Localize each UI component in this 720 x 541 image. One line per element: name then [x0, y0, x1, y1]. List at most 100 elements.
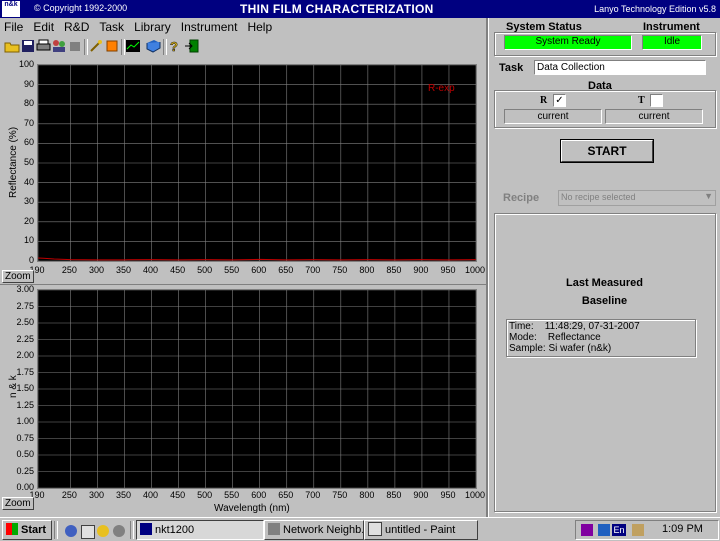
measurement-sample: Sample: Si wafer (n&k): [509, 343, 612, 354]
reflectance-y-tick-label: 10: [23, 235, 34, 246]
task-field[interactable]: Data Collection: [534, 60, 706, 75]
t-checkbox[interactable]: [650, 94, 663, 107]
reflectance-x-tick-label: 650: [278, 265, 294, 275]
nk-y-tick-label: 1.00: [16, 416, 34, 426]
people-icon[interactable]: [51, 39, 67, 54]
menu-task[interactable]: Task: [94, 18, 129, 35]
chart-icon[interactable]: [125, 39, 141, 54]
t-data-field: current: [605, 109, 703, 124]
orange-box-icon[interactable]: [104, 39, 120, 54]
nk-y-tick-label: 0.75: [16, 432, 34, 443]
system-status-indicator: System Ready: [504, 35, 632, 50]
extra-icon[interactable]: [67, 39, 83, 54]
svg-text:?: ?: [170, 39, 178, 53]
reflectance-y-tick-label: 70: [23, 117, 34, 128]
nk-x-tick-label: 250: [61, 490, 77, 500]
nk-y-tick-label: 0.50: [16, 449, 34, 459]
nk-y-tick-label: 3.00: [16, 284, 34, 294]
reflectance-x-tick-label: 950: [440, 265, 456, 275]
control-panel: System Status Instrument System Ready Id…: [489, 18, 720, 517]
nk-x-tick-label: 700: [305, 490, 321, 500]
ie-icon[interactable]: [65, 525, 77, 537]
reflectance-chart[interactable]: R-exp: [37, 64, 477, 262]
wavelength-axis-label: Wavelength (nm): [214, 503, 290, 514]
nk-y-tick-label: 2.00: [16, 350, 34, 360]
outlook-icon[interactable]: [81, 525, 95, 539]
nk-x-tick-label: 800: [359, 490, 375, 500]
taskbar-paint[interactable]: untitled - Paint: [364, 520, 478, 540]
r-checkbox[interactable]: ✓: [553, 94, 566, 107]
open-folder-icon[interactable]: [4, 39, 20, 54]
nk-plot-pane: n & k 3.00 2.75 2.50 2.25 2.00 1.75 1.50 1.25 1.…: [0, 284, 486, 518]
zoom-button-bottom[interactable]: Zoom: [2, 497, 34, 510]
taskbar: Start nkt1200 Network Neighb... untitled…: [0, 517, 720, 541]
reflectance-x-tick-label: 550: [224, 265, 240, 275]
print-icon[interactable]: [35, 39, 51, 54]
save-disk-icon[interactable]: [20, 39, 36, 54]
recipe-dropdown[interactable]: No recipe selected ▼: [558, 190, 716, 206]
reflectance-y-tick-label: 0: [28, 255, 34, 265]
last-measured-title: Last Measured: [565, 277, 644, 289]
measurement-mode: Mode: Reflectance: [509, 332, 601, 343]
chevron-down-icon: ▼: [704, 191, 713, 201]
reflectance-x-tick-label: 350: [116, 265, 132, 275]
start-button[interactable]: START: [560, 139, 654, 163]
menu-library[interactable]: Library: [129, 18, 176, 35]
measurement-time: Time: 11:48:29, 07-31-2007: [509, 321, 640, 332]
reflectance-series-r-exp: [37, 257, 477, 261]
menu-edit[interactable]: Edit: [28, 18, 59, 35]
nk-y-tick-label: 1.25: [16, 399, 34, 410]
exit-door-icon[interactable]: [184, 39, 200, 54]
start-button-label: START: [561, 140, 653, 162]
reflectance-x-tick-label: 450: [170, 265, 186, 275]
channels-icon[interactable]: [113, 525, 125, 537]
nk-x-tick-label: 600: [251, 490, 267, 500]
edition-text: Lanyo Technology Edition v5.8: [594, 4, 716, 14]
reflectance-y-tick-label: 50: [23, 157, 34, 167]
zoom-button-top[interactable]: Zoom: [2, 270, 34, 283]
app-title: THIN FILM CHARACTERIZATION: [240, 2, 434, 16]
nk-y-tick-label: 0.25: [16, 465, 34, 476]
book-icon[interactable]: [145, 39, 161, 54]
wand-icon[interactable]: [88, 39, 104, 54]
app-logo: n&k: [2, 1, 20, 17]
start-menu-button[interactable]: Start: [2, 520, 52, 540]
task-label: Task: [499, 62, 524, 74]
instrument-status-indicator: Idle: [642, 35, 702, 50]
title-bar: n&k © Copyright 1992-2000 THIN FILM CHAR…: [0, 0, 720, 18]
language-indicator[interactable]: En: [612, 524, 626, 536]
nk-y-tick-label: 1.50: [16, 383, 34, 393]
taskbar-nkt1200[interactable]: nkt1200: [136, 520, 264, 540]
shield-icon[interactable]: [581, 524, 593, 536]
taskbar-network[interactable]: Network Neighb...: [264, 520, 364, 540]
reflectance-y-tick-label: 80: [23, 98, 34, 109]
menu-help[interactable]: Help: [242, 18, 277, 35]
start-menu-label: Start: [21, 524, 47, 536]
help-question-icon[interactable]: ?: [166, 39, 182, 55]
nk-app-icon: [140, 523, 152, 536]
monitor-icon[interactable]: [598, 524, 610, 536]
reflectance-plot-pane: Reflectance (%) 100 90 80 70 60 50 40 30 20 10 0 R…: [0, 58, 486, 284]
nk-y-tick-label: 2.50: [16, 317, 34, 327]
menu-rd[interactable]: R&D: [59, 18, 94, 35]
nk-x-tick-label: 550: [224, 490, 240, 500]
copyright-text: © Copyright 1992-2000: [34, 3, 128, 13]
reflectance-x-tick-label: 850: [386, 265, 402, 275]
r-data-field: current: [504, 109, 602, 124]
reflectance-x-tick-label: 400: [143, 265, 159, 275]
menu-file[interactable]: File: [0, 18, 28, 35]
nk-chart[interactable]: [37, 289, 477, 489]
desktop-icon[interactable]: [97, 525, 109, 537]
nk-y-tick-label: 2.75: [16, 300, 34, 311]
nk-x-tick-label: 400: [143, 490, 159, 500]
menu-instrument[interactable]: Instrument: [176, 18, 243, 35]
reflectance-y-tick-label: 30: [23, 196, 34, 207]
reflectance-x-tick-label: 500: [197, 265, 213, 275]
reflectance-y-tick-label: 100: [18, 59, 34, 69]
nk-y-tick-label: 1.75: [16, 366, 34, 377]
volume-icon[interactable]: [632, 524, 644, 536]
nk-x-tick-label: 350: [116, 490, 132, 500]
system-tray: En 1:09 PM: [575, 520, 719, 540]
recipe-value: No recipe selected: [561, 192, 636, 202]
taskbar-paint-label: untitled - Paint: [385, 524, 456, 536]
